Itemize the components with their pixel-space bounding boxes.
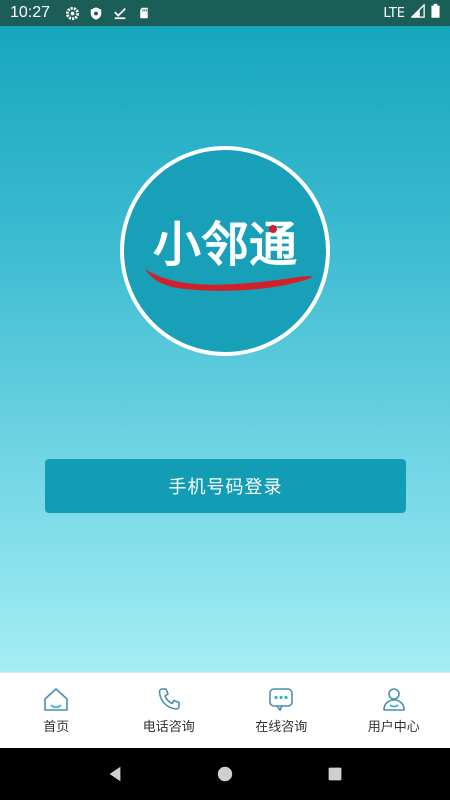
tab-home[interactable]: 首页 (0, 673, 113, 748)
tab-user-center-label: 用户中心 (367, 720, 420, 735)
status-time: 10:27 (10, 4, 51, 21)
phone-login-button[interactable]: 手机号码登录 (45, 459, 406, 513)
tab-online-consult-label: 在线咨询 (255, 720, 308, 735)
back-icon (109, 766, 121, 782)
chat-icon (269, 688, 294, 712)
back-button[interactable] (95, 754, 135, 794)
tab-phone-consult-label: 电话咨询 (142, 720, 195, 735)
battery-icon (431, 3, 440, 23)
bottom-tab-bar: 首页 电话咨询 在线咨询 用户中心 (0, 672, 450, 748)
login-screen: 小邻通 手机号码登录 (0, 26, 450, 672)
tab-online-consult[interactable]: 在线咨询 (225, 673, 338, 748)
tab-phone-consult[interactable]: 电话咨询 (113, 673, 226, 748)
sd-card-icon (136, 5, 152, 21)
shield-icon (88, 5, 104, 21)
home-icon (44, 688, 69, 711)
phone-icon (158, 688, 180, 710)
signal-icon (410, 3, 425, 22)
home-button[interactable] (205, 754, 245, 794)
network-type: LTE (383, 5, 405, 21)
status-bar: 10:27 LTE (0, 0, 450, 26)
logo-text: 小邻通 (153, 217, 297, 273)
tab-user-center[interactable]: 用户中心 (338, 673, 450, 748)
app-logo: 小邻通 (120, 146, 330, 356)
download-done-icon (112, 5, 128, 21)
recents-icon (328, 767, 342, 781)
tab-home-label: 首页 (43, 720, 70, 735)
logo-dot (269, 225, 277, 233)
logo-mark: 小邻通 (145, 217, 313, 291)
home-circle-icon (217, 766, 233, 782)
system-nav-bar (0, 748, 450, 800)
recents-button[interactable] (315, 754, 355, 794)
user-icon (382, 688, 405, 711)
settings-icon (64, 5, 80, 21)
